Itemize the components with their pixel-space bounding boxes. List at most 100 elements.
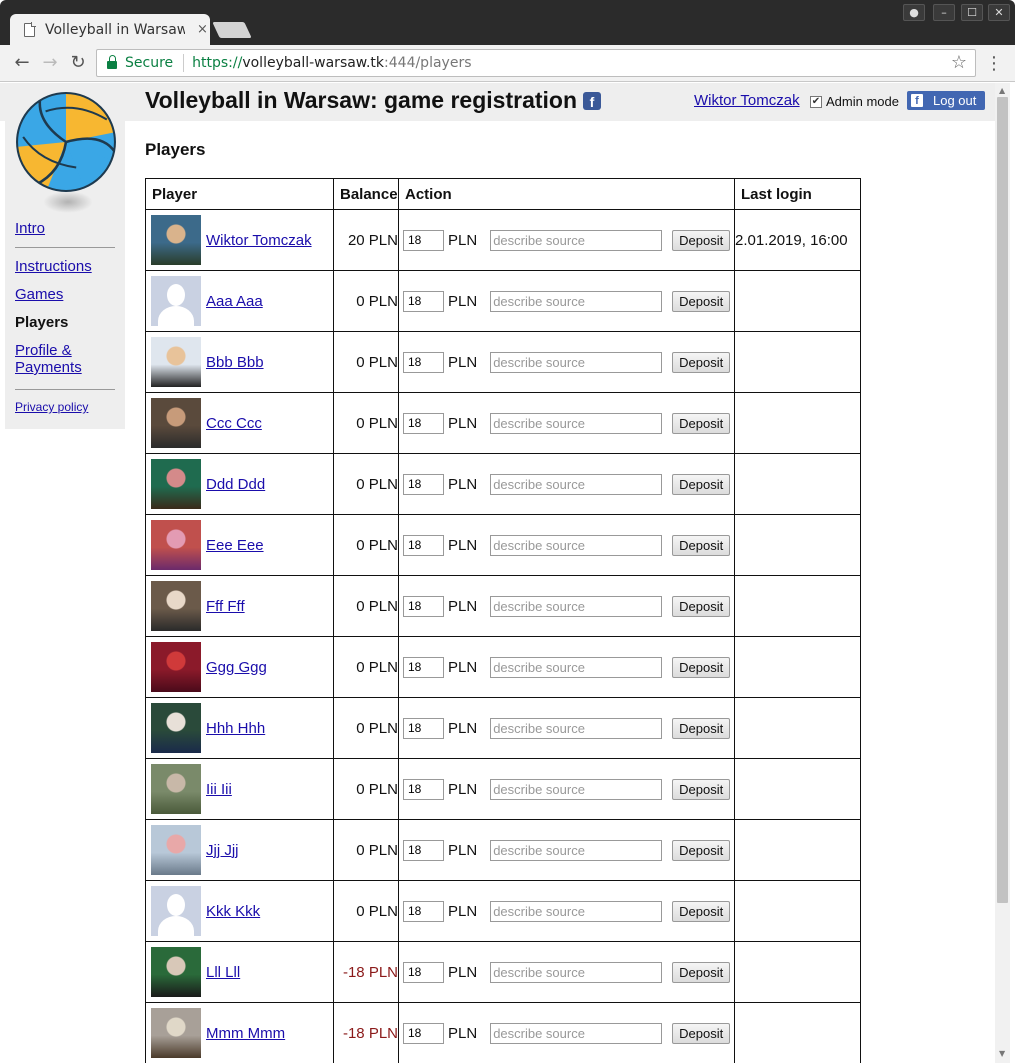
- players-table: Player Balance Action Last login Wiktor …: [145, 178, 861, 1063]
- profile-icon[interactable]: ●: [903, 4, 925, 21]
- deposit-button[interactable]: Deposit: [672, 412, 731, 434]
- source-input[interactable]: [490, 656, 663, 678]
- player-name-link[interactable]: Ddd Ddd: [206, 476, 265, 493]
- sidebar-item-profile-payments[interactable]: Profile & Payments: [15, 342, 95, 376]
- source-input[interactable]: [490, 839, 663, 861]
- avatar: [151, 642, 201, 692]
- bookmark-star-icon[interactable]: ☆: [951, 52, 967, 73]
- deposit-button[interactable]: Deposit: [672, 290, 731, 312]
- deposit-button[interactable]: Deposit: [672, 778, 731, 800]
- action-cell: PLN Deposit: [398, 819, 735, 881]
- page-title: Volleyball in Warsaw: game registration …: [145, 87, 602, 114]
- player-name-link[interactable]: Wiktor Tomczak: [206, 232, 312, 249]
- amount-input[interactable]: [403, 656, 444, 678]
- scroll-up-icon[interactable]: ▲: [999, 86, 1005, 95]
- admin-mode-toggle[interactable]: ✔ Admin mode: [810, 94, 899, 109]
- source-input[interactable]: [490, 290, 663, 312]
- currency-label: PLN: [448, 719, 478, 737]
- scroll-down-icon[interactable]: ▼: [999, 1049, 1005, 1058]
- amount-input[interactable]: [403, 839, 444, 861]
- sidebar-item-games[interactable]: Games: [15, 286, 115, 303]
- amount-input[interactable]: [403, 473, 444, 495]
- browser-menu-icon[interactable]: ⋮: [985, 53, 1003, 74]
- close-window-icon[interactable]: ✕: [988, 4, 1010, 21]
- amount-input[interactable]: [403, 717, 444, 739]
- deposit-button[interactable]: Deposit: [672, 351, 731, 373]
- source-input[interactable]: [490, 412, 663, 434]
- currency-label: PLN: [448, 353, 478, 371]
- player-name-link[interactable]: Iii Iii: [206, 781, 232, 798]
- source-input[interactable]: [490, 351, 663, 373]
- source-input[interactable]: [490, 961, 663, 983]
- deposit-button[interactable]: Deposit: [672, 839, 731, 861]
- player-name-link[interactable]: Ggg Ggg: [206, 659, 267, 676]
- balance-cell: 0 PLN: [333, 270, 399, 332]
- current-user-link[interactable]: Wiktor Tomczak: [694, 92, 800, 109]
- sidebar-item-instructions[interactable]: Instructions: [15, 258, 115, 275]
- player-name-link[interactable]: Ccc Ccc: [206, 415, 262, 432]
- table-row: Jjj Jjj 0 PLN PLN Deposit: [145, 819, 861, 881]
- deposit-button[interactable]: Deposit: [672, 534, 731, 556]
- facebook-icon[interactable]: f: [583, 91, 602, 110]
- player-name-link[interactable]: Lll Lll: [206, 964, 240, 981]
- source-input[interactable]: [490, 778, 663, 800]
- player-name-link[interactable]: Bbb Bbb: [206, 354, 264, 371]
- avatar: [151, 1008, 201, 1058]
- maximize-icon[interactable]: ☐: [961, 4, 983, 21]
- action-cell: PLN Deposit: [398, 270, 735, 332]
- admin-mode-checkbox[interactable]: ✔: [810, 95, 822, 108]
- forward-icon[interactable]: →: [40, 52, 60, 73]
- source-input[interactable]: [490, 473, 663, 495]
- source-input[interactable]: [490, 717, 663, 739]
- source-input[interactable]: [490, 1022, 663, 1044]
- deposit-button[interactable]: Deposit: [672, 961, 731, 983]
- amount-input[interactable]: [403, 534, 444, 556]
- source-input[interactable]: [490, 229, 663, 251]
- player-name-link[interactable]: Kkk Kkk: [206, 903, 260, 920]
- deposit-button[interactable]: Deposit: [672, 473, 731, 495]
- player-name-link[interactable]: Aaa Aaa: [206, 293, 263, 310]
- player-name-link[interactable]: Jjj Jjj: [206, 842, 239, 859]
- deposit-button[interactable]: Deposit: [672, 656, 731, 678]
- last-login-cell: [734, 575, 861, 637]
- source-input[interactable]: [490, 595, 663, 617]
- amount-input[interactable]: [403, 595, 444, 617]
- player-cell: Ddd Ddd: [145, 453, 334, 515]
- amount-input[interactable]: [403, 412, 444, 434]
- deposit-button[interactable]: Deposit: [672, 1022, 731, 1044]
- back-icon[interactable]: ←: [12, 52, 32, 73]
- source-input[interactable]: [490, 534, 663, 556]
- deposit-button[interactable]: Deposit: [672, 900, 731, 922]
- tab-close-icon[interactable]: ×: [197, 22, 208, 37]
- scrollbar-thumb[interactable]: [997, 97, 1008, 903]
- new-tab-button[interactable]: [212, 22, 252, 38]
- sidebar-item-intro[interactable]: Intro: [15, 220, 115, 237]
- reload-icon[interactable]: ↻: [68, 52, 88, 73]
- minimize-icon[interactable]: –: [933, 4, 955, 21]
- amount-input[interactable]: [403, 229, 444, 251]
- amount-input[interactable]: [403, 290, 444, 312]
- player-cell: Aaa Aaa: [145, 270, 334, 332]
- deposit-button[interactable]: Deposit: [672, 229, 731, 251]
- amount-input[interactable]: [403, 351, 444, 373]
- player-name-link[interactable]: Mmm Mmm: [206, 1025, 285, 1042]
- source-input[interactable]: [490, 900, 663, 922]
- deposit-button[interactable]: Deposit: [672, 595, 731, 617]
- player-name-link[interactable]: Fff Fff: [206, 598, 245, 615]
- player-name-link[interactable]: Hhh Hhh: [206, 720, 265, 737]
- amount-input[interactable]: [403, 961, 444, 983]
- sidebar-item-privacy-policy[interactable]: Privacy policy: [15, 400, 115, 414]
- player-cell: Wiktor Tomczak: [145, 209, 334, 271]
- deposit-button[interactable]: Deposit: [672, 717, 731, 739]
- action-cell: PLN Deposit: [398, 697, 735, 759]
- amount-input[interactable]: [403, 778, 444, 800]
- address-bar[interactable]: Secure https:// volleyball-warsaw.tk :44…: [96, 49, 976, 77]
- player-name-link[interactable]: Eee Eee: [206, 537, 264, 554]
- currency-label: PLN: [448, 1024, 478, 1042]
- page-icon: [24, 21, 36, 37]
- amount-input[interactable]: [403, 900, 444, 922]
- amount-input[interactable]: [403, 1022, 444, 1044]
- browser-tab[interactable]: Volleyball in Warsaw ×: [10, 14, 210, 45]
- logout-button[interactable]: f Log out: [907, 91, 985, 110]
- currency-label: PLN: [448, 780, 478, 798]
